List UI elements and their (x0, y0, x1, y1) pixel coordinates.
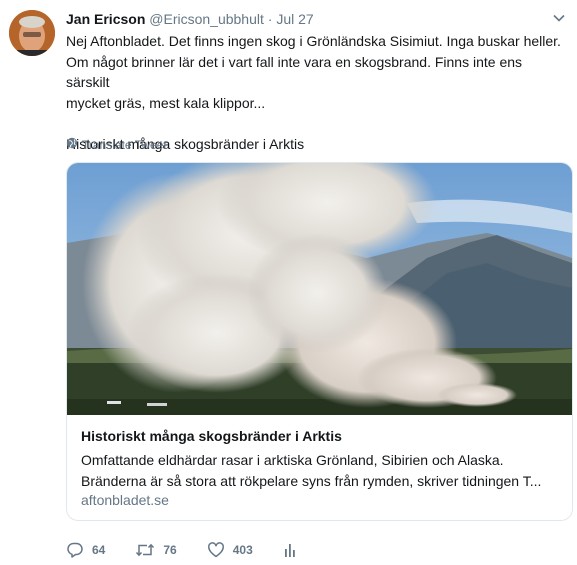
author-name[interactable]: Jan Ericson (66, 11, 145, 27)
tweet-body: Nej Aftonbladet. Det finns ingen skog i … (66, 33, 561, 152)
retweet-count: 76 (163, 543, 177, 557)
analytics-button[interactable] (283, 541, 297, 559)
tweet-timestamp[interactable]: Jul 27 (276, 11, 313, 27)
reply-count: 64 (92, 543, 106, 557)
heart-icon (207, 541, 225, 559)
translate-label: Translate Tweet (82, 137, 167, 152)
author-handle[interactable]: @Ericson_ubbhult (149, 11, 264, 27)
translate-tweet-link[interactable]: Translate Tweet (66, 137, 167, 152)
card-image (67, 163, 572, 415)
analytics-icon (283, 541, 297, 559)
reply-button[interactable]: 64 (66, 541, 105, 559)
card-body: Historiskt många skogsbränder i Arktis O… (67, 415, 572, 520)
card-description-line: Bränderna är så stora att rökpelare syns… (81, 472, 542, 489)
tweet-actions: 64 76 403 (66, 539, 327, 561)
retweet-icon (135, 541, 155, 559)
globe-icon (66, 137, 78, 152)
card-title: Historiskt många skogsbränder i Arktis (81, 428, 342, 444)
tweet-header: Jan Ericson @Ericson_ubbhult · Jul 27 (66, 10, 567, 30)
avatar[interactable] (9, 10, 55, 56)
card-domain: aftonbladet.se (81, 492, 169, 508)
card-description-line: Omfattande eldhärdar rasar i arktiska Gr… (81, 452, 504, 468)
link-card[interactable]: Historiskt många skogsbränder i Arktis O… (66, 162, 573, 521)
like-button[interactable]: 403 (207, 541, 253, 559)
chevron-down-icon[interactable] (551, 10, 567, 26)
like-count: 403 (232, 543, 253, 557)
retweet-button[interactable]: 76 (135, 541, 177, 559)
separator-dot: · (267, 11, 273, 27)
card-description: Omfattande eldhärdar rasar i arktiska Gr… (81, 450, 559, 491)
tweet-text: Nej Aftonbladet. Det finns ingen skog i … (66, 31, 568, 154)
reply-icon (66, 541, 84, 559)
